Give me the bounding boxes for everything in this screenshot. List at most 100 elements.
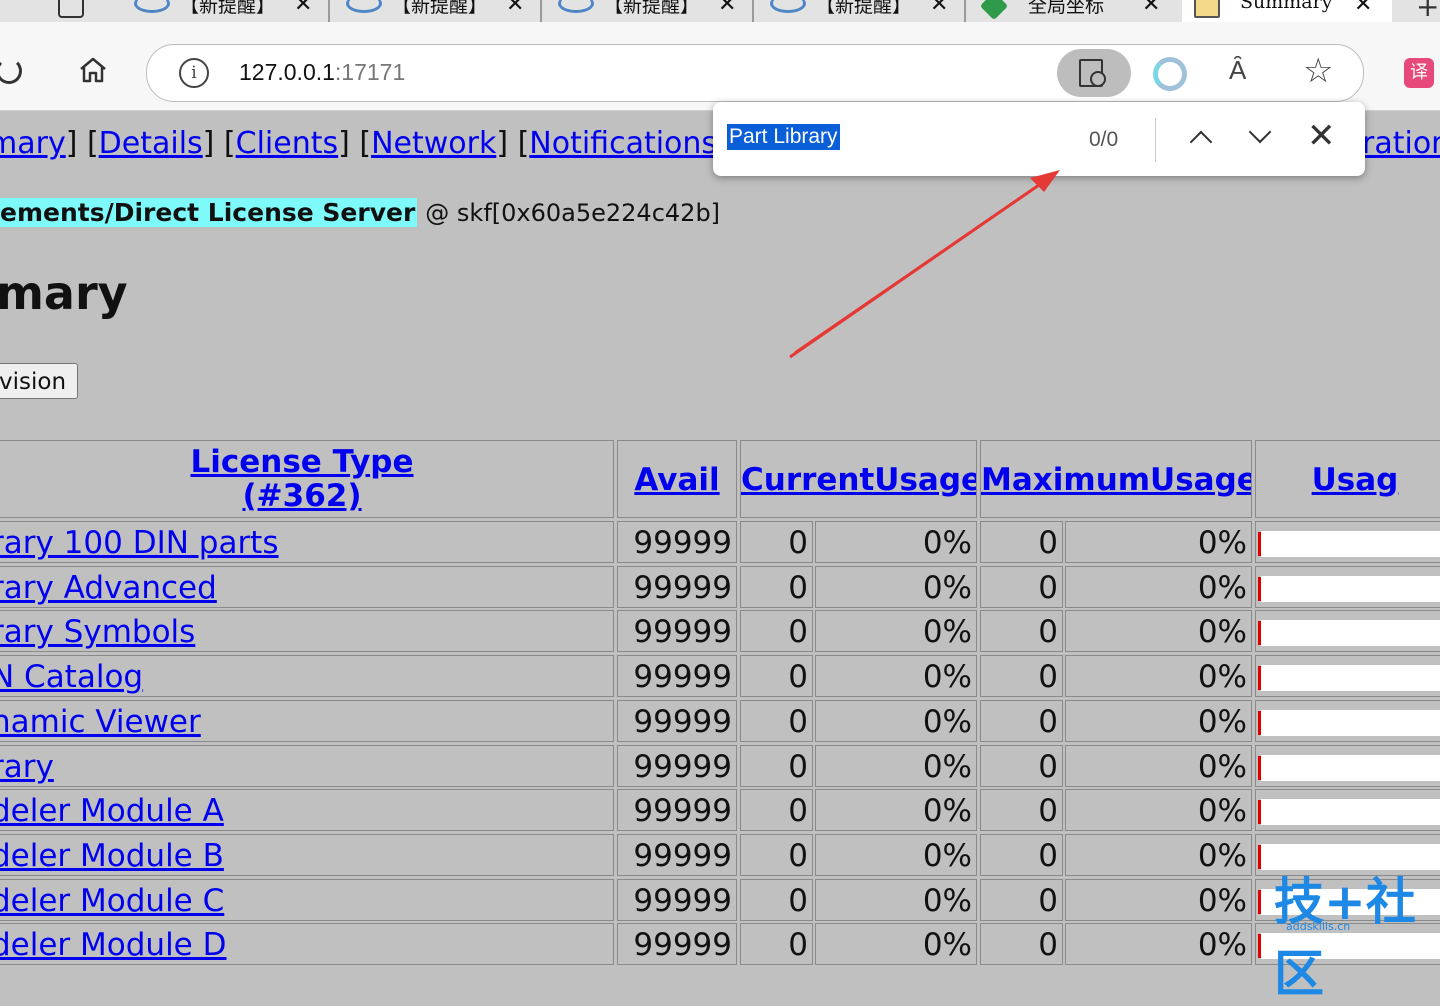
nav-link-summary[interactable]: mary	[0, 126, 66, 161]
license-link[interactable]: rary	[0, 749, 54, 785]
sort-maximum-usage-link[interactable]: MaximumUsage	[981, 462, 1251, 498]
site-info-icon[interactable]: i	[179, 58, 209, 88]
browser-tab-active[interactable]: Summary ✕	[1182, 0, 1392, 22]
max-pct-cell: 0%	[1065, 745, 1252, 787]
usage-bar-fill	[1258, 845, 1261, 869]
header-maximum-usage: MaximumUsage	[980, 440, 1252, 518]
community-logo-icon	[134, 0, 170, 13]
cur-pct-cell: 0%	[815, 923, 977, 965]
nav-link-network[interactable]: Network	[371, 126, 496, 161]
license-link[interactable]: deler Module A	[0, 793, 224, 829]
usage-bar-cell	[1255, 745, 1440, 787]
find-match-count: 0/0	[1089, 128, 1119, 151]
find-next-icon[interactable]	[1248, 120, 1272, 144]
nav-link-details[interactable]: Details	[99, 126, 203, 161]
usage-bar-cell	[1255, 700, 1440, 742]
browser-tab[interactable]: 【新提醒】 ✕	[122, 0, 332, 22]
max-pct-cell: 0%	[1065, 655, 1252, 697]
usage-bar-fill	[1258, 756, 1261, 780]
read-aloud-icon[interactable]: Ȃ	[1229, 55, 1246, 86]
close-tab-icon[interactable]: ✕	[1354, 0, 1372, 17]
sort-license-type-link[interactable]: License Type	[190, 444, 413, 480]
license-link[interactable]: rary Advanced	[0, 570, 217, 606]
new-tab-button[interactable]: +	[1416, 0, 1439, 22]
license-name-cell: namic Viewer	[0, 700, 614, 742]
breadcrumb: ements/Direct License Server @ skf[0x60a5…	[0, 198, 720, 227]
usage-bar-fill	[1258, 711, 1261, 735]
home-icon[interactable]	[78, 56, 108, 84]
max-cell: 0	[980, 745, 1063, 787]
browser-tab[interactable]: 【新提醒】 ✕	[334, 0, 544, 22]
sort-avail-link[interactable]: Avail	[634, 462, 719, 498]
usage-bar-track	[1261, 620, 1440, 646]
max-pct-cell: 0%	[1065, 789, 1252, 831]
community-logo-icon	[558, 0, 594, 13]
reload-icon[interactable]	[0, 58, 22, 84]
edge-bar-icon[interactable]	[1153, 57, 1187, 91]
usage-bar-fill	[1258, 800, 1261, 824]
usage-bar-track	[1261, 531, 1440, 557]
max-cell: 0	[980, 700, 1063, 742]
usage-bar-track	[1261, 576, 1440, 602]
header-usage: Usag	[1255, 440, 1440, 518]
favorite-star-icon[interactable]: ☆	[1303, 51, 1333, 91]
tab-divider	[752, 0, 754, 22]
usage-bar-cell	[1255, 655, 1440, 697]
workspaces-icon[interactable]	[58, 0, 84, 18]
cur-pct-cell: 0%	[815, 700, 977, 742]
close-tab-icon[interactable]: ✕	[506, 0, 524, 17]
tab-divider	[328, 0, 330, 22]
cur-cell: 0	[740, 834, 813, 876]
license-count-link[interactable]: (#362)	[242, 478, 361, 514]
browser-tab[interactable]: 【新提醒】 ✕	[758, 0, 968, 22]
browser-tab[interactable]: 全局坐标 ✕	[970, 0, 1180, 22]
find-previous-icon[interactable]	[1189, 130, 1213, 154]
browser-toolbar: i 127.0.0.1:17171 Ȃ ☆ 译	[0, 22, 1440, 111]
close-tab-icon[interactable]: ✕	[1142, 0, 1160, 17]
close-tab-icon[interactable]: ✕	[294, 0, 312, 17]
sort-usage-link[interactable]: Usag	[1312, 462, 1399, 498]
license-link[interactable]: N Catalog	[0, 659, 143, 695]
cur-cell: 0	[740, 700, 813, 742]
license-link[interactable]: deler Module D	[0, 927, 226, 963]
translate-icon[interactable]: 译	[1404, 58, 1434, 88]
nav-link-notifications[interactable]: Notifications	[529, 126, 717, 161]
max-pct-cell: 0%	[1065, 521, 1252, 563]
usage-bar-cell	[1255, 566, 1440, 608]
max-pct-cell: 0%	[1065, 566, 1252, 608]
license-name-cell: N Catalog	[0, 655, 614, 697]
cur-pct-cell: 0%	[815, 745, 977, 787]
browser-tab[interactable]: 【新提醒】 ✕	[546, 0, 756, 22]
license-link[interactable]: namic Viewer	[0, 704, 201, 740]
license-name-cell: rary 100 DIN parts	[0, 521, 614, 563]
avail-cell: 99999	[617, 834, 737, 876]
breadcrumb-path: ements/Direct License Server	[0, 198, 418, 227]
avail-cell: 99999	[617, 879, 737, 921]
nav-link-configuration[interactable]: ration	[1362, 126, 1440, 161]
find-input[interactable]: Part Library	[727, 124, 840, 150]
find-divider	[1155, 118, 1156, 162]
page-nav: mary] [Details] [Clients] [Network] [Not…	[0, 126, 1440, 161]
cur-pct-cell: 0%	[815, 834, 977, 876]
license-name-cell: rary Advanced	[0, 566, 614, 608]
close-tab-icon[interactable]: ✕	[718, 0, 736, 17]
license-link[interactable]: deler Module B	[0, 838, 224, 874]
address-text[interactable]: 127.0.0.1:17171	[239, 59, 405, 86]
watermark-logo: 技+社区	[1274, 873, 1416, 1003]
license-link[interactable]: rary 100 DIN parts	[0, 525, 279, 561]
find-on-page-button[interactable]	[1057, 49, 1131, 97]
nav-link-clients[interactable]: Clients	[236, 126, 338, 161]
max-cell: 0	[980, 521, 1063, 563]
close-tab-icon[interactable]: ✕	[930, 0, 948, 17]
license-link[interactable]: deler Module C	[0, 883, 224, 919]
cur-cell: 0	[740, 655, 813, 697]
license-name-cell: deler Module D	[0, 923, 614, 965]
community-logo-icon	[770, 0, 806, 13]
sort-current-usage-link[interactable]: CurrentUsage	[741, 462, 976, 498]
find-close-icon[interactable]: ✕	[1307, 116, 1336, 156]
usage-bar-fill	[1258, 621, 1261, 645]
max-cell: 0	[980, 789, 1063, 831]
revision-button[interactable]: vision	[0, 363, 78, 399]
license-link[interactable]: rary Symbols	[0, 614, 195, 650]
address-bar[interactable]: i 127.0.0.1:17171 Ȃ ☆	[146, 44, 1364, 102]
